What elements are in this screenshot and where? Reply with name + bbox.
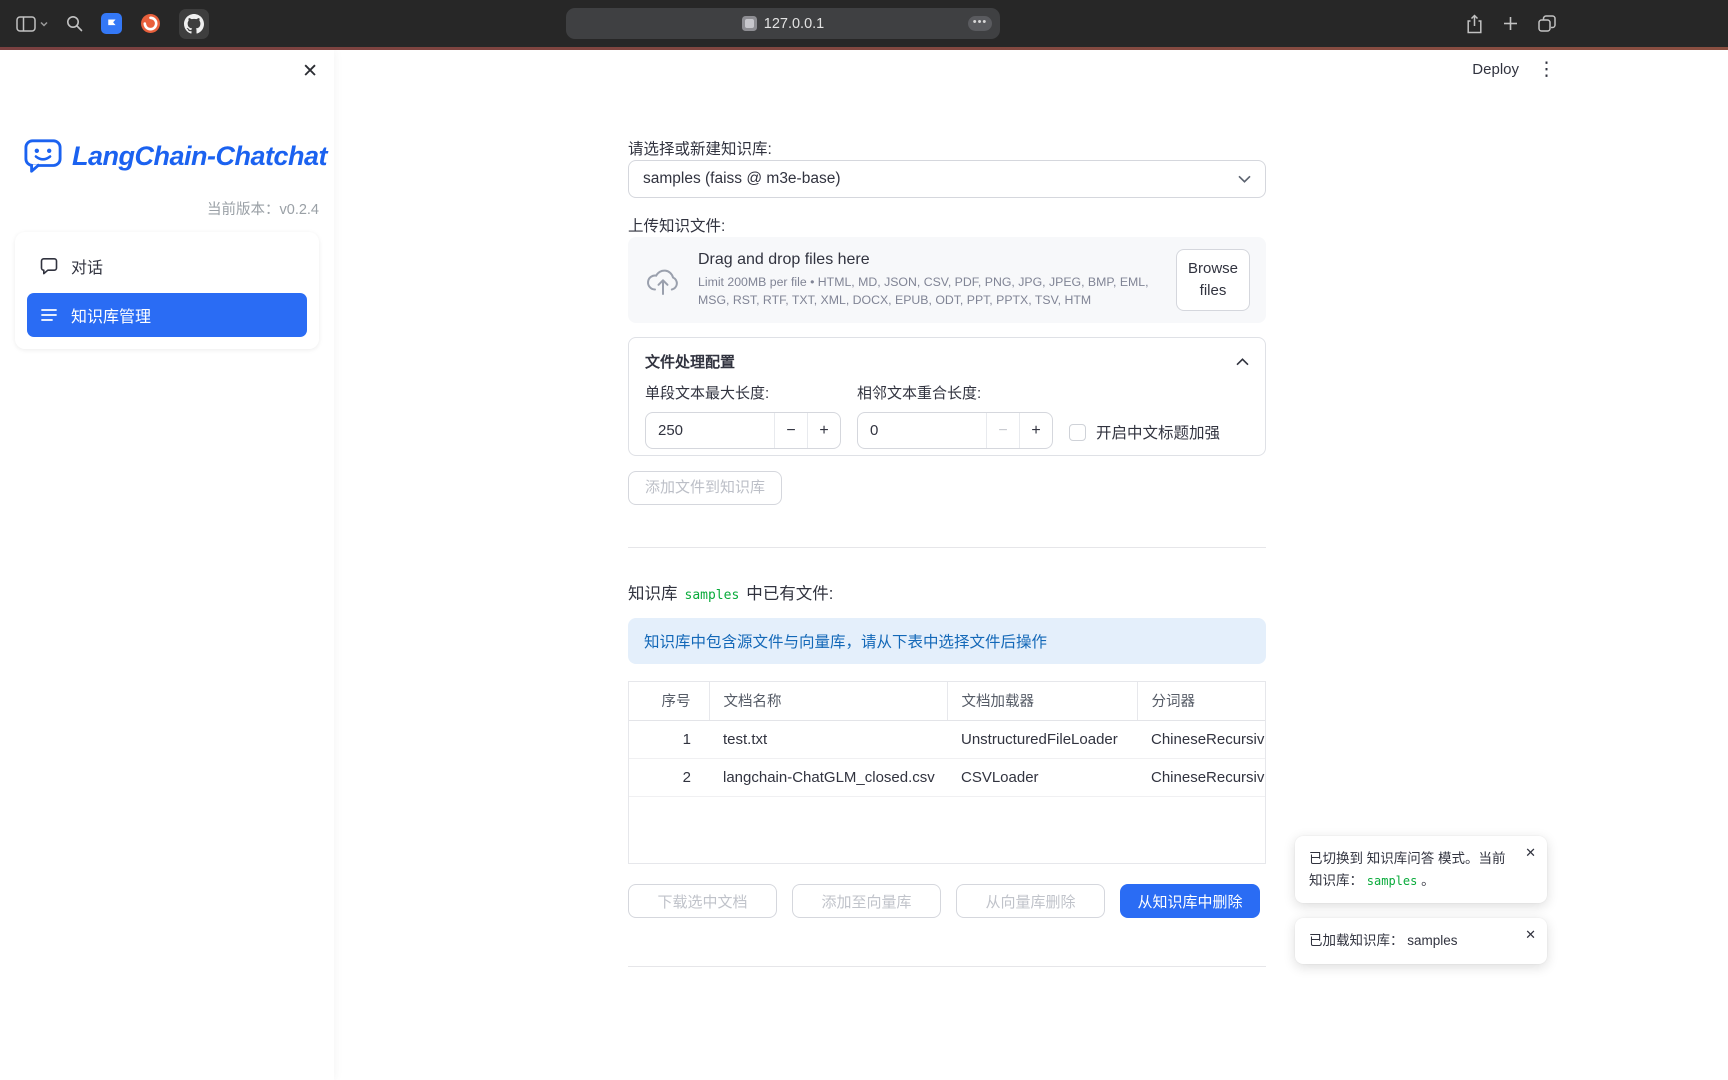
more-menu-icon[interactable]: ⋮ [1537,60,1556,79]
divider [628,966,1266,967]
extension-icon-orange[interactable] [140,13,161,34]
plus-stepper-icon[interactable]: + [1019,413,1052,448]
dropzone-hint: Limit 200MB per file • HTML, MD, JSON, C… [698,274,1160,308]
file-config-expander: 文件处理配置 单段文本最大长度: − + 相邻文本重合长度: − + [628,337,1266,456]
kb-files-table[interactable]: 序号 文档名称 文档加载器 分词器 1 test.txt Unstructure… [628,681,1266,864]
add-files-button[interactable]: 添加文件到知识库 [628,471,782,505]
minus-stepper-icon[interactable]: − [774,413,807,448]
page-menu-icon[interactable]: ••• [968,16,992,31]
expander-header[interactable]: 文件处理配置 [629,338,1265,382]
extension-icon-blue[interactable] [101,13,122,34]
col-header-splitter[interactable]: 分词器 [1137,682,1266,720]
table-header-row: 序号 文档名称 文档加载器 分词器 [629,682,1266,720]
dropzone-title: Drag and drop files here [698,251,1160,269]
deploy-button[interactable]: Deploy [1472,61,1519,78]
list-icon [39,305,59,325]
kb-select-label: 请选择或新建知识库: [628,137,772,159]
sidebar-item-label: 知识库管理 [71,303,151,327]
kb-name-code: samples [1367,874,1418,888]
sidebar-toggle-icon[interactable] [16,16,48,32]
overlap-size-input[interactable]: − + [857,412,1053,449]
info-alert: 知识库中包含源文件与向量库，请从下表中选择文件后操作 [628,618,1266,664]
plus-stepper-icon[interactable]: + [807,413,840,448]
checkbox-label: 开启中文标题加强 [1096,421,1220,443]
main-content: 请选择或新建知识库: samples (faiss @ m3e-base) 上传… [628,0,1268,1080]
browse-files-button[interactable]: Browse files [1176,249,1250,311]
chevron-down-icon [1238,175,1251,183]
chunk-size-value[interactable] [646,413,774,448]
app-logo: LangChain-Chatchat [24,138,327,174]
github-icon[interactable] [179,9,209,39]
tabs-overview-icon[interactable] [1538,15,1556,32]
kb-name-code: samples [685,588,740,603]
table-action-buttons: 下载选中文档 添加至向量库 从向量库删除 从知识库中删除 [628,884,1260,918]
sidebar-item-knowledge-base[interactable]: 知识库管理 [27,293,307,337]
chevron-down-icon [40,21,48,27]
sidebar-item-label: 对话 [71,254,103,278]
sidebar-item-chat[interactable]: 对话 [27,244,307,288]
logo-chat-icon [24,138,62,174]
logo-text: LangChain-Chatchat [72,141,327,172]
cloud-upload-icon [644,265,682,296]
sidebar: ✕ LangChain-Chatchat 当前版本：v0.2.4 对话 知识库管… [0,50,334,1080]
close-icon[interactable]: ✕ [1525,928,1536,941]
share-icon[interactable] [1466,14,1483,34]
toast-mode-switched: 已切换到 知识库问答 模式。当前知识库： samples 。 ✕ [1295,836,1547,903]
new-tab-icon[interactable] [1503,16,1518,31]
chunk-size-label: 单段文本最大长度: [645,382,841,403]
delete-from-kb-button[interactable]: 从知识库中删除 [1120,884,1260,918]
site-favicon [742,16,757,31]
upload-label: 上传知识文件: [628,214,725,236]
version-label: 当前版本：v0.2.4 [207,198,319,219]
sidebar-nav: 对话 知识库管理 [15,232,319,349]
table-row[interactable]: 2 langchain-ChatGLM_closed.csv CSVLoader… [629,758,1266,796]
kb-selected-value: samples (faiss @ m3e-base) [643,170,1238,188]
address-bar[interactable]: 127.0.0.1 ••• [566,8,1000,39]
col-header-docname[interactable]: 文档名称 [709,682,947,720]
url-text: 127.0.0.1 [764,16,824,32]
kb-files-heading: 知识库 samples 中已有文件: [628,580,833,604]
col-header-loader[interactable]: 文档加载器 [947,682,1137,720]
file-dropzone[interactable]: Drag and drop files here Limit 200MB per… [628,237,1266,323]
browser-chrome: 127.0.0.1 ••• [0,0,1728,47]
delete-from-vectorstore-button[interactable]: 从向量库删除 [956,884,1105,918]
chevron-up-icon [1236,358,1249,366]
chunk-size-input[interactable]: − + [645,412,841,449]
checkbox-icon[interactable] [1069,424,1086,441]
chat-bubble-icon [39,256,59,276]
col-header-index[interactable]: 序号 [629,682,709,720]
overlap-size-label: 相邻文本重合长度: [857,382,1053,403]
kb-selectbox[interactable]: samples (faiss @ m3e-base) [628,160,1266,198]
zh-title-enhance-checkbox[interactable]: 开启中文标题加强 [1069,415,1220,449]
close-icon[interactable]: ✕ [1525,846,1536,859]
app-decoration-bar [0,47,1728,50]
search-icon[interactable] [66,15,83,32]
divider [628,547,1266,548]
add-to-vectorstore-button[interactable]: 添加至向量库 [792,884,941,918]
expander-title: 文件处理配置 [645,351,735,372]
download-selected-button[interactable]: 下载选中文档 [628,884,777,918]
toast-kb-loaded: 已加载知识库： samples ✕ [1295,918,1547,964]
overlap-size-value[interactable] [858,413,986,448]
table-row[interactable]: 1 test.txt UnstructuredFileLoader Chines… [629,720,1266,758]
sidebar-close-icon[interactable]: ✕ [302,62,318,81]
minus-stepper-icon[interactable]: − [986,413,1019,448]
